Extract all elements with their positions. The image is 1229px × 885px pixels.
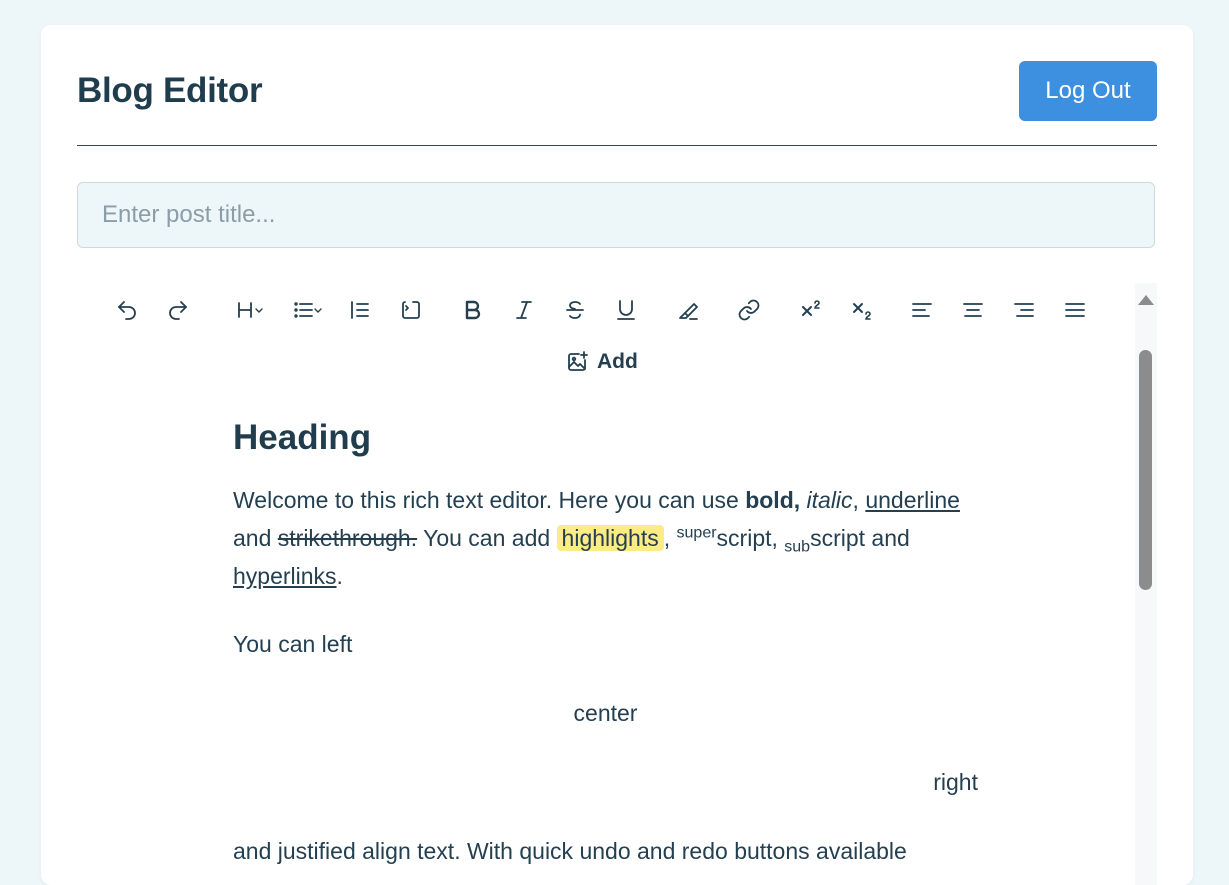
- editor-content[interactable]: Heading Welcome to this rich text editor…: [233, 413, 978, 870]
- content-heading: Heading: [233, 418, 372, 457]
- left-aligned-paragraph: You can left: [233, 631, 353, 657]
- hyperlink-text[interactable]: hyperlinks: [233, 563, 337, 589]
- subscript-text: sub: [784, 538, 811, 556]
- strikethrough-text: strikethrough.: [277, 525, 418, 551]
- superscript-icon[interactable]: [794, 293, 828, 327]
- intro-text-8: script and: [810, 525, 910, 551]
- align-center-icon[interactable]: [956, 293, 990, 327]
- blockquote-icon[interactable]: [343, 293, 377, 327]
- intro-text-9: .: [336, 563, 343, 589]
- italic-text: italic: [806, 487, 853, 513]
- intro-text-6: ,: [663, 525, 677, 551]
- page-title: Blog Editor: [77, 71, 263, 110]
- highlight-text: highlights: [556, 525, 664, 551]
- editor-card: Blog Editor Log Out Enter post title... …: [41, 25, 1193, 885]
- logout-button[interactable]: Log Out: [1019, 61, 1157, 121]
- intro-paragraph: Welcome to this rich text editor. Here y…: [233, 481, 978, 595]
- align-left-icon[interactable]: [905, 293, 939, 327]
- highlighter-icon[interactable]: [671, 293, 705, 327]
- editor-toolbar: Add: [77, 283, 1127, 393]
- redo-icon[interactable]: [161, 293, 195, 327]
- add-image-button[interactable]: Add: [565, 347, 638, 377]
- link-icon[interactable]: [732, 293, 766, 327]
- post-title-input[interactable]: [77, 182, 1155, 248]
- underline-icon[interactable]: [609, 293, 643, 327]
- undo-icon[interactable]: [110, 293, 144, 327]
- center-aligned-paragraph: center: [573, 700, 638, 726]
- superscript-text: super: [676, 524, 717, 542]
- intro-text-5: You can add: [417, 525, 557, 551]
- justified-paragraph: and justified align text. With quick und…: [233, 838, 907, 864]
- header: Blog Editor Log Out: [77, 25, 1157, 146]
- align-justify-icon[interactable]: [1058, 293, 1092, 327]
- subscript-icon[interactable]: [845, 293, 879, 327]
- intro-text-4: and: [233, 525, 278, 551]
- bold-text: bold,: [745, 487, 801, 513]
- scrollbar-thumb[interactable]: [1139, 350, 1152, 590]
- right-aligned-paragraph: right: [933, 769, 978, 795]
- intro-text-3: ,: [852, 487, 866, 513]
- intro-text-7: script,: [716, 525, 785, 551]
- strikethrough-icon[interactable]: [558, 293, 592, 327]
- add-image-label: Add: [597, 350, 638, 373]
- editor-scrollbar[interactable]: [1135, 283, 1157, 885]
- align-right-icon[interactable]: [1007, 293, 1041, 327]
- scroll-up-arrow-icon[interactable]: [1138, 295, 1154, 305]
- bold-icon[interactable]: [456, 293, 490, 327]
- image-add-icon: [568, 351, 588, 371]
- heading-dropdown-icon[interactable]: [230, 293, 270, 327]
- intro-text-1: Welcome to this rich text editor. Here y…: [233, 487, 746, 513]
- list-dropdown-icon[interactable]: [287, 293, 327, 327]
- underline-text: underline: [865, 487, 960, 513]
- rich-text-editor: Add Heading Welcome to this rich text ed…: [77, 283, 1157, 885]
- code-block-icon[interactable]: [394, 293, 428, 327]
- italic-icon[interactable]: [507, 293, 541, 327]
